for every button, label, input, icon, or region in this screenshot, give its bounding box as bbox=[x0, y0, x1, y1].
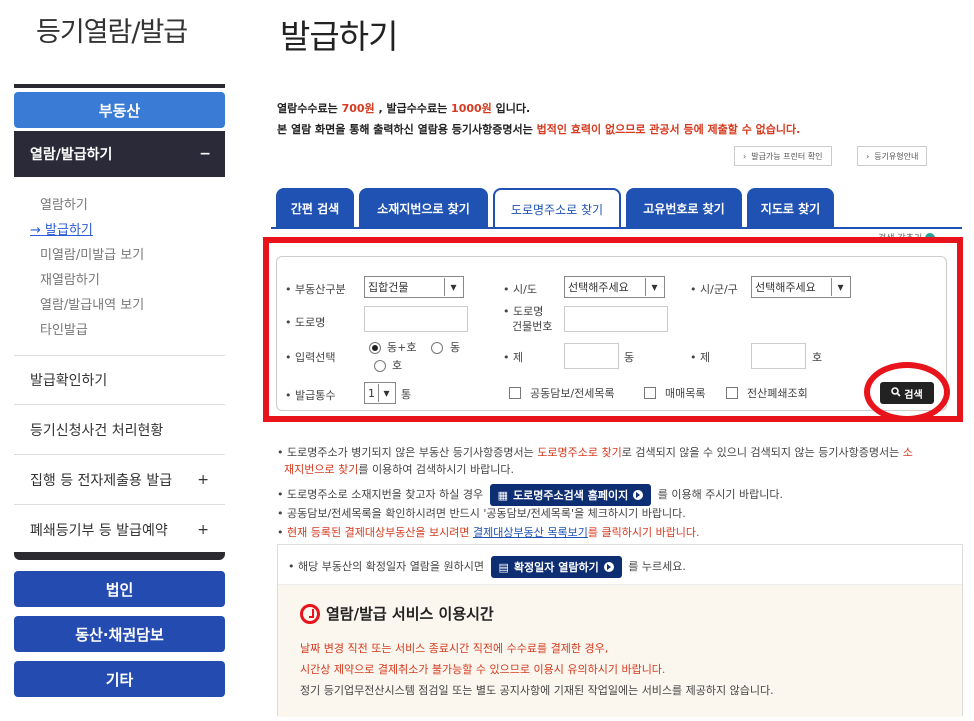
tab-underline bbox=[271, 227, 962, 229]
sidebar-item-label: 집행 등 전자제출용 발급 bbox=[30, 472, 173, 489]
confirm-date-row: • 해당 부동산의 확정일자 열람을 원하시면 ▤ 확정일자 열람하기 를 누르… bbox=[278, 545, 962, 585]
printer-check-button[interactable]: › 발급가능 프린터 확인 bbox=[734, 146, 832, 166]
sidebar-bottom-divider bbox=[14, 552, 225, 560]
highlight-circle-annotation bbox=[864, 362, 950, 422]
sidebar-item-label: 폐쇄등기부 등 발급예약 bbox=[30, 523, 168, 539]
notice-lot-search: • 도로명주소로 소재지번을 찾고자 하실 경우 ▦ 도로명주소검색 홈페이지 … bbox=[277, 484, 783, 506]
chevron-right-icon: › bbox=[743, 151, 747, 161]
registry-type-guide-button[interactable]: › 등기유형안내 bbox=[857, 146, 928, 166]
sidebar-item-label: 발급확인하기 bbox=[30, 373, 108, 389]
confirm-date-view-button[interactable]: ▤ 확정일자 열람하기 bbox=[490, 556, 622, 578]
sidebar-sub-review[interactable]: 재열람하기 bbox=[40, 269, 100, 288]
sidebar-item-label: 등기신청사건 처리현황 bbox=[30, 422, 164, 439]
sidebar-sub-issue[interactable]: → 발급하기 bbox=[30, 219, 93, 238]
sidebar-sub-issue-label: 발급하기 bbox=[45, 223, 93, 238]
sidebar-corporation-button[interactable]: 법인 bbox=[14, 571, 225, 607]
arrow-circle-icon bbox=[633, 490, 644, 500]
sidebar-section-label: 열람/발급하기 bbox=[30, 147, 113, 163]
fee-info: 열람수수료는 700원 , 발급수수료는 1000원 입니다. bbox=[277, 102, 531, 115]
sidebar-movable-button[interactable]: 동산·채권담보 bbox=[14, 616, 225, 652]
tab-unique-number[interactable]: 고유번호로 찾기 bbox=[626, 188, 742, 228]
sidebar-top-divider bbox=[14, 84, 225, 88]
expand-icon[interactable]: + bbox=[197, 472, 209, 488]
service-line-2: 시간상 제약으로 결제취소가 불가능할 수 있으므로 이용시 유의하시기 바랍니… bbox=[300, 663, 666, 676]
legal-warning: 본 열람 화면을 통해 출력하신 열람용 등기사항증명서는 법적인 효력이 없으… bbox=[277, 123, 801, 136]
sidebar-item-closed-registry[interactable]: 폐쇄등기부 등 발급예약 + bbox=[14, 505, 225, 555]
clock-icon bbox=[300, 603, 320, 624]
service-hours-title: 열람/발급 서비스 이용시간 bbox=[300, 603, 494, 624]
chevron-right-icon: › bbox=[866, 151, 870, 161]
notice-joint-collateral: • 공동담보/전세목록을 확인하시려면 반드시 '공동담보/전세목록'을 체크하… bbox=[277, 507, 686, 520]
collapse-toggle-icon[interactable]: − bbox=[199, 146, 211, 162]
current-arrow-icon: → bbox=[30, 223, 41, 238]
sidebar-item-case-status[interactable]: 등기신청사건 처리현황 bbox=[14, 405, 225, 455]
expand-icon[interactable]: + bbox=[197, 522, 209, 538]
tab-lot-number[interactable]: 소재지번으로 찾기 bbox=[359, 188, 488, 228]
service-line-1: 날짜 변경 직전 또는 서비스 종료시간 직전에 수수료를 결제한 경우, bbox=[300, 642, 609, 655]
highlight-box-annotation bbox=[263, 237, 963, 422]
sidebar-item-electronic-submit[interactable]: 집행 등 전자제출용 발급 + bbox=[14, 455, 225, 505]
sidebar-other-button[interactable]: 기타 bbox=[14, 661, 225, 697]
sidebar-sub-view[interactable]: 열람하기 bbox=[40, 194, 88, 213]
page-title: 발급하기 bbox=[280, 17, 398, 56]
service-hours-panel: 열람/발급 서비스 이용시간 날짜 변경 직전 또는 서비스 종료시간 직전에 … bbox=[278, 585, 962, 717]
service-line-3: 정기 등기업무전산시스템 점검일 또는 별도 공지사항에 기재된 작업일에는 서… bbox=[300, 684, 774, 697]
sidebar-section-view-issue[interactable]: 열람/발급하기 − bbox=[14, 131, 225, 177]
tab-map[interactable]: 지도로 찾기 bbox=[747, 188, 834, 228]
button-label: 발급가능 프린터 확인 bbox=[751, 151, 823, 161]
sidebar-sub-history[interactable]: 열람/발급내역 보기 bbox=[40, 294, 144, 313]
arrow-circle-icon bbox=[603, 562, 614, 572]
document-icon: ▤ bbox=[498, 560, 509, 574]
notice-payment-list: • 현재 등록된 결제대상부동산을 보시려면 결제대상부동산 목록보기를 클릭하… bbox=[277, 526, 700, 539]
sidebar-realestate-button[interactable]: 부동산 bbox=[14, 92, 225, 128]
button-label: 등기유형안내 bbox=[874, 151, 919, 161]
service-info-box: • 해당 부동산의 확정일자 열람을 원하시면 ▤ 확정일자 열람하기 를 누르… bbox=[277, 544, 963, 717]
road-address-homepage-button[interactable]: ▦ 도로명주소검색 홈페이지 bbox=[489, 484, 652, 506]
tab-road-address[interactable]: 도로명주소로 찾기 bbox=[493, 188, 621, 228]
sidebar-title: 등기열람/발급 bbox=[36, 17, 188, 48]
sidebar-sub-unviewed[interactable]: 미열람/미발급 보기 bbox=[40, 244, 144, 263]
payment-list-link[interactable]: 결제대상부동산 목록보기 bbox=[473, 526, 588, 539]
notice-confirm-date: • 해당 부동산의 확정일자 열람을 원하시면 ▤ 확정일자 열람하기 를 누르… bbox=[288, 556, 686, 578]
notice-road-address: • 도로명주소가 병기되지 않은 부동산 등기사항증명서는 도로명주소로 찾기로… bbox=[277, 446, 913, 476]
tab-simple-search[interactable]: 간편 검색 bbox=[276, 188, 354, 228]
sidebar-item-issue-confirm[interactable]: 발급확인하기 bbox=[14, 355, 225, 405]
sidebar-sub-others[interactable]: 타인발급 bbox=[40, 319, 88, 338]
building-icon: ▦ bbox=[497, 488, 509, 502]
